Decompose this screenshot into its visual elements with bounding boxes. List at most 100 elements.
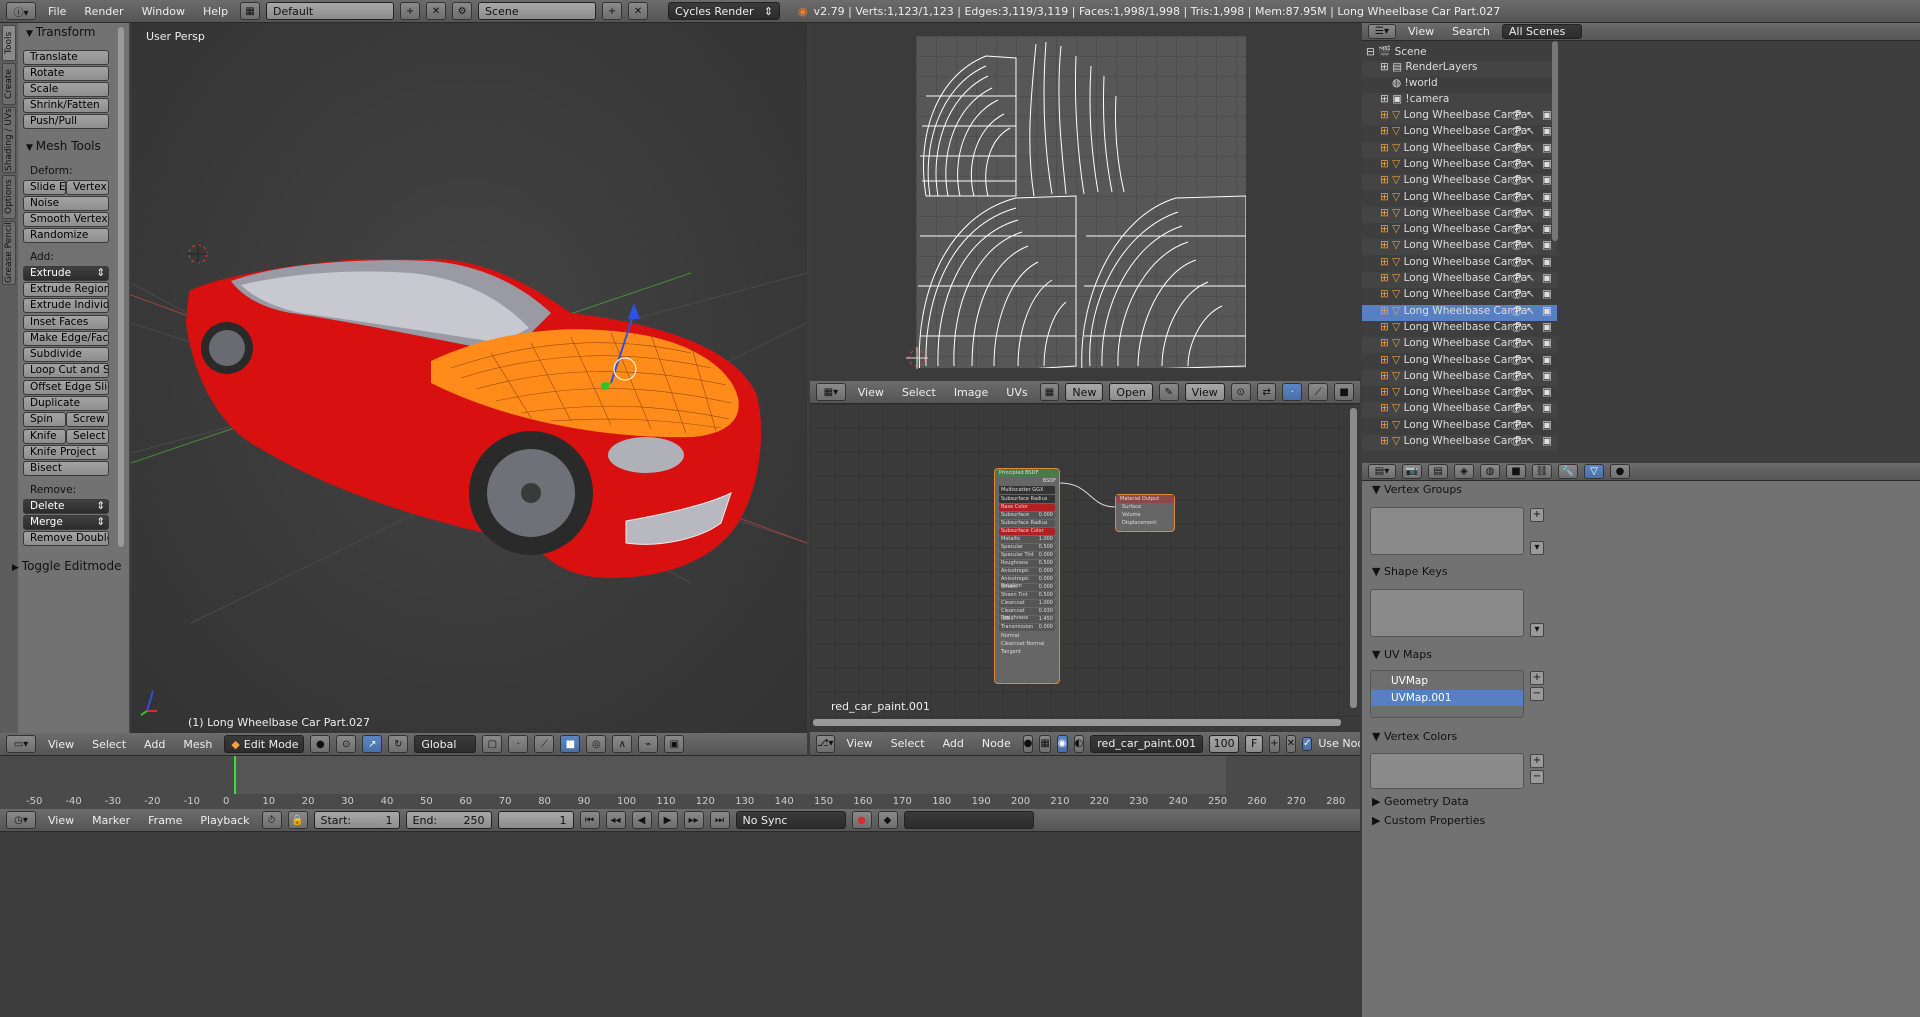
outliner-object-row[interactable]: ⊞ ▽ Long Wheelbase Car Pa 👁 ↖ ▣ [1362, 272, 1557, 288]
outliner-object-row[interactable]: ⊞ ▽ Long Wheelbase Car Pa 👁 ↖ ▣ [1362, 419, 1557, 435]
unlink-material-button[interactable]: ✕ [1285, 734, 1296, 753]
subdivide-button[interactable]: Subdivide [23, 347, 109, 362]
manipulator-translate-icon[interactable]: ↗ [362, 735, 383, 753]
bisect-button[interactable]: Bisect [23, 461, 109, 476]
scene-tab-icon[interactable]: ◈ [1454, 464, 1474, 479]
eye-icon[interactable]: 👁 [1510, 272, 1523, 285]
eye-icon[interactable]: 👁 [1510, 402, 1523, 415]
start-frame-field[interactable]: Start: 1 [313, 811, 400, 829]
jump-end-icon[interactable]: ⏭ [709, 811, 730, 829]
manipulator-rotate-icon[interactable]: ↻ [388, 735, 409, 753]
selectable-icon[interactable]: ↖ [1526, 142, 1535, 154]
current-frame-field[interactable]: 1 [497, 811, 574, 829]
scene-icon[interactable]: ⚙ [452, 2, 473, 20]
screen-layout-icon[interactable]: ▦ [240, 2, 261, 20]
timeline[interactable]: -50 -40 -30 -20 -10 0 10 20 30 40 50 60 70 80 90 100 110… [0, 756, 1360, 809]
render-icon[interactable]: ▣ [1542, 223, 1552, 235]
eye-icon[interactable]: 👁 [1510, 288, 1523, 301]
material-tab-icon[interactable]: ● [1610, 464, 1630, 479]
render-icon[interactable]: ▣ [1542, 239, 1552, 251]
texture-tree-icon[interactable]: ▦ [1039, 734, 1051, 753]
uv-maps-header[interactable]: ▼ UV Maps [1372, 648, 1432, 661]
knife-select-button[interactable]: Select [66, 429, 109, 444]
node-editor-type-icon[interactable]: ⎇▾ [816, 734, 835, 753]
selectable-icon[interactable]: ↖ [1526, 321, 1535, 333]
outliner-object-row[interactable]: ⊞ ▽ Long Wheelbase Car Pa 👁 ↖ ▣ [1362, 256, 1557, 272]
mesh-tools-panel-header[interactable]: ▼ Mesh Tools [26, 139, 101, 153]
selectable-icon[interactable]: ↖ [1526, 435, 1535, 447]
preview-range-icon[interactable]: ⏱ [261, 811, 282, 829]
timeline-menu-view[interactable]: View [42, 814, 80, 827]
selectable-icon[interactable]: ↖ [1526, 272, 1535, 284]
orientation-dropdown[interactable]: Global [414, 735, 477, 753]
noise-button[interactable]: Noise [23, 196, 109, 211]
3d-menu-select[interactable]: Select [86, 738, 132, 751]
vertex-color-remove-button[interactable]: − [1530, 770, 1544, 784]
outliner-menu-search[interactable]: Search [1446, 25, 1496, 38]
pivot-icon[interactable]: ⊙ [336, 735, 357, 753]
render-icon[interactable]: ▣ [1542, 256, 1552, 268]
selectable-icon[interactable]: ↖ [1526, 337, 1535, 349]
shrink-fatten-button[interactable]: Shrink/Fatten [23, 98, 109, 113]
render-icon[interactable]: ▣ [1542, 402, 1552, 414]
render-engine-dropdown[interactable]: Cycles Render ⇕ [668, 2, 781, 20]
node-editor[interactable]: Principled BSDF BSDF Multiscatter GGX Su… [810, 404, 1360, 732]
eye-icon[interactable]: 👁 [1510, 174, 1523, 187]
rotate-button[interactable]: Rotate [23, 66, 109, 81]
tool-shelf-scrollbar[interactable] [118, 27, 124, 547]
duplicate-button[interactable]: Duplicate [23, 396, 109, 411]
slide-vertex-button[interactable]: Vertex [66, 180, 109, 195]
outliner-display-dropdown[interactable]: All Scenes [1501, 24, 1582, 39]
play-icon[interactable]: ▶ [657, 811, 678, 829]
3d-menu-mesh[interactable]: Mesh [177, 738, 218, 751]
shading-mode-icon[interactable]: ● [310, 735, 331, 753]
node-menu-select[interactable]: Select [885, 737, 931, 750]
uv-menu-view[interactable]: View [852, 386, 890, 399]
uv-menu-select[interactable]: Select [896, 386, 942, 399]
data-tab-icon[interactable]: ▽ [1584, 464, 1604, 479]
next-keyframe-icon[interactable]: ▸▸ [683, 811, 704, 829]
constraints-tab-icon[interactable]: ⛓ [1532, 464, 1552, 479]
transform-panel-header[interactable]: ▼ Transform [26, 25, 96, 39]
selectable-icon[interactable]: ↖ [1526, 386, 1535, 398]
layer-icon[interactable]: ▢ [482, 735, 503, 753]
render-icon[interactable]: ▣ [1542, 272, 1552, 284]
eye-icon[interactable]: 👁 [1510, 191, 1523, 204]
uv-menu-image[interactable]: Image [948, 386, 994, 399]
outliner-type-icon[interactable]: ☰▾ [1368, 24, 1396, 39]
node-menu-node[interactable]: Node [976, 737, 1017, 750]
uv-view-mode-dropdown[interactable]: View [1184, 383, 1225, 401]
render-icon[interactable]: ▣ [1542, 174, 1552, 186]
selectable-icon[interactable]: ↖ [1526, 109, 1535, 121]
uv-image-editor[interactable] [810, 23, 1360, 381]
uv-maps-list[interactable]: UVMap UVMap.001 [1370, 670, 1524, 718]
material-name-field[interactable]: red_car_paint.001 [1090, 734, 1204, 753]
outliner-object-row[interactable]: ⊞ ▽ Long Wheelbase Car Pa 👁 ↖ ▣ [1362, 109, 1557, 125]
outliner-object-row[interactable]: ⊞ ▽ Long Wheelbase Car Pa 👁 ↖ ▣ [1362, 239, 1557, 256]
outliner-object-row[interactable]: ⊞ ▽ Long Wheelbase Car Pa 👁 ↖ ▣ [1362, 435, 1557, 451]
outliner-object-row[interactable]: ⊞ ▽ Long Wheelbase Car Pa 👁 ↖ ▣ [1362, 141, 1557, 158]
3d-cursor[interactable] [188, 244, 208, 264]
selectable-icon[interactable]: ↖ [1526, 191, 1535, 203]
offset-edge-slide-button[interactable]: Offset Edge Slide [23, 380, 109, 395]
outliner-world-row[interactable]: ◍ !world [1362, 77, 1557, 93]
render-icon[interactable]: ▣ [1542, 305, 1552, 317]
outliner-menu-view[interactable]: View [1402, 25, 1440, 38]
timeline-menu-playback[interactable]: Playback [194, 814, 255, 827]
eye-icon[interactable]: 👁 [1510, 354, 1523, 367]
open-image-button[interactable]: Open [1109, 383, 1153, 401]
uv-menu-uvs[interactable]: UVs [1000, 386, 1033, 399]
slide-edge-button[interactable]: Slide Ed [23, 180, 66, 195]
shape-keys-list[interactable] [1370, 589, 1524, 637]
material-browse-icon[interactable]: ◐ [1073, 734, 1085, 753]
add-layout-button[interactable]: + [400, 2, 421, 20]
uv-islands[interactable] [916, 36, 1246, 368]
render-icon[interactable]: ▣ [1542, 354, 1552, 366]
uv-map-add-button[interactable]: + [1530, 671, 1544, 685]
eye-icon[interactable]: 👁 [1510, 386, 1523, 399]
selectable-icon[interactable]: ↖ [1526, 158, 1535, 170]
selectable-icon[interactable]: ↖ [1526, 125, 1535, 137]
node-vertical-scrollbar[interactable] [1350, 408, 1357, 708]
render-icon[interactable]: ▣ [1542, 435, 1552, 447]
remove-doubles-button[interactable]: Remove Doubles [23, 531, 109, 546]
